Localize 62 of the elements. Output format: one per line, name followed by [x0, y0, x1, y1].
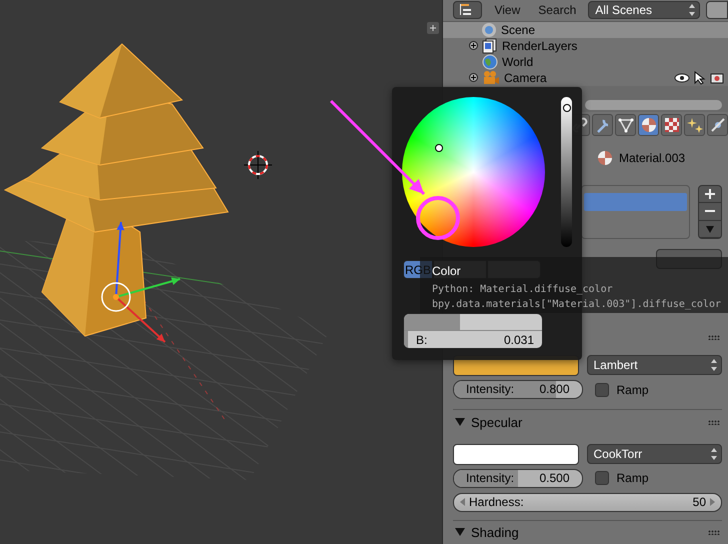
grip-icon[interactable]	[708, 530, 720, 535]
grip-icon[interactable]	[708, 420, 720, 425]
triangle-mesh-icon	[618, 116, 634, 133]
outliner-item[interactable]: Scene	[501, 22, 536, 37]
caret-icon	[705, 224, 715, 234]
disclosure-icon[interactable]	[455, 528, 465, 536]
grip-icon[interactable]	[708, 335, 720, 340]
scene-filter-dropdown[interactable]: All Scenes	[588, 1, 700, 20]
properties-tab[interactable]	[615, 114, 636, 136]
spinner-icon	[711, 359, 717, 372]
outliner-item[interactable]: World	[502, 54, 534, 69]
channel-slider[interactable]: B: 0.031	[404, 331, 542, 348]
channel-slider[interactable]	[404, 314, 542, 331]
orbit-icon	[710, 116, 726, 133]
eye-icon[interactable]	[674, 70, 690, 85]
spinner-icon	[689, 4, 696, 16]
checker-icon	[664, 116, 680, 133]
properties-tab[interactable]	[592, 114, 613, 136]
globe-icon	[482, 54, 498, 70]
ramp-checkbox[interactable]	[594, 382, 608, 397]
search-button[interactable]	[706, 1, 728, 20]
outliner-item[interactable]: RenderLayers	[502, 38, 578, 53]
highlight-circle	[416, 196, 460, 240]
intensity-slider[interactable]: Intensity: 0.800	[453, 380, 582, 400]
outliner-item[interactable]: Camera	[504, 70, 547, 85]
3d-cursor-icon	[244, 150, 272, 180]
plus-icon	[704, 188, 716, 200]
panel-header[interactable]: Specular	[471, 414, 522, 430]
disclosure-icon[interactable]	[455, 418, 465, 426]
scrollbar-thumb[interactable]	[585, 100, 722, 110]
plus-icon[interactable]	[427, 22, 439, 34]
properties-tab[interactable]	[638, 114, 659, 136]
value-slider[interactable]	[560, 97, 572, 247]
panel-header[interactable]: Shading	[471, 524, 519, 540]
spinner-icon	[711, 448, 717, 460]
material-name: Material.003	[619, 150, 686, 165]
ramp-checkbox[interactable]	[594, 471, 608, 486]
material-sphere-icon	[640, 116, 656, 133]
expand-icon[interactable]	[469, 41, 478, 50]
editor-type-button[interactable]	[453, 1, 482, 20]
search-menu[interactable]: Search	[532, 3, 582, 18]
tooltip-title: Color	[432, 263, 461, 279]
properties-tab[interactable]	[661, 114, 682, 136]
shader-dropdown[interactable]: Lambert	[586, 355, 722, 376]
checkbox-label: Ramp	[616, 382, 649, 397]
view-menu[interactable]: View	[488, 3, 526, 18]
camera-icon[interactable]	[710, 70, 724, 85]
pointer-icon[interactable]	[694, 70, 706, 85]
tooltip-text: Python: Material.diffuse_color	[432, 283, 613, 297]
color-swatch[interactable]	[453, 444, 578, 465]
properties-tab[interactable]	[707, 114, 728, 136]
tooltip-text: bpy.data.materials["Material.003"].diffuse_color	[432, 298, 721, 312]
sparkles-icon	[686, 116, 702, 133]
scene-icon	[481, 22, 497, 38]
shader-dropdown[interactable]: CookTorr	[586, 444, 722, 464]
expand-icon[interactable]	[469, 73, 478, 82]
image-layers-icon	[482, 38, 498, 54]
intensity-slider[interactable]: Intensity: 0.500	[453, 468, 582, 488]
properties-tab[interactable]	[684, 114, 705, 136]
checkbox-label: Ramp	[616, 471, 649, 486]
material-sphere-icon	[597, 150, 613, 166]
camera-icon	[482, 70, 500, 86]
